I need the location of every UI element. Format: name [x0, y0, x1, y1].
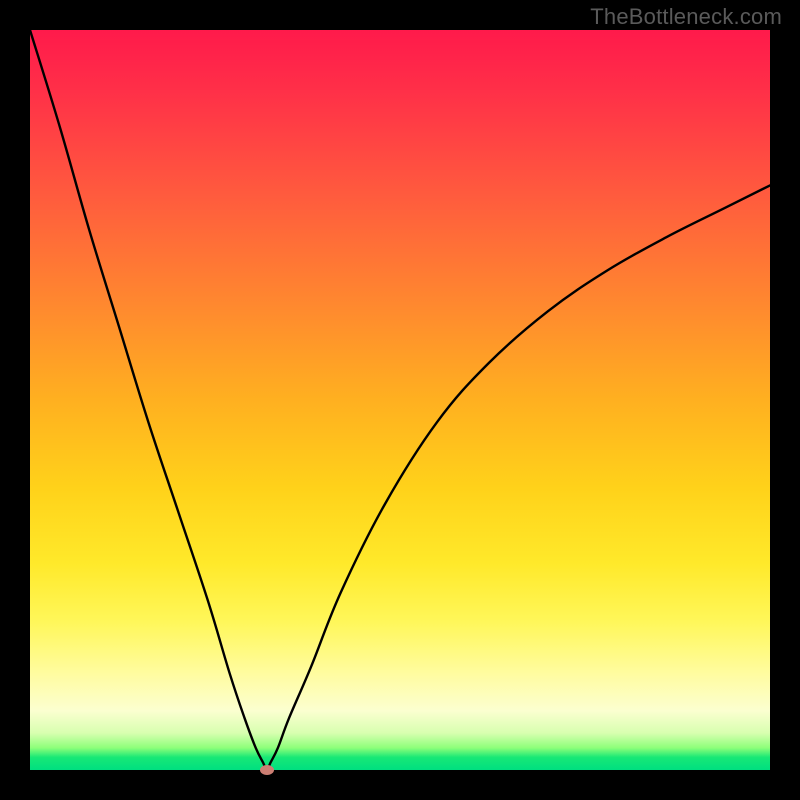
minimum-marker — [260, 765, 274, 775]
watermark-text: TheBottleneck.com — [590, 4, 782, 30]
plot-area — [30, 30, 770, 770]
bottleneck-curve — [30, 30, 770, 770]
chart-frame: TheBottleneck.com — [0, 0, 800, 800]
